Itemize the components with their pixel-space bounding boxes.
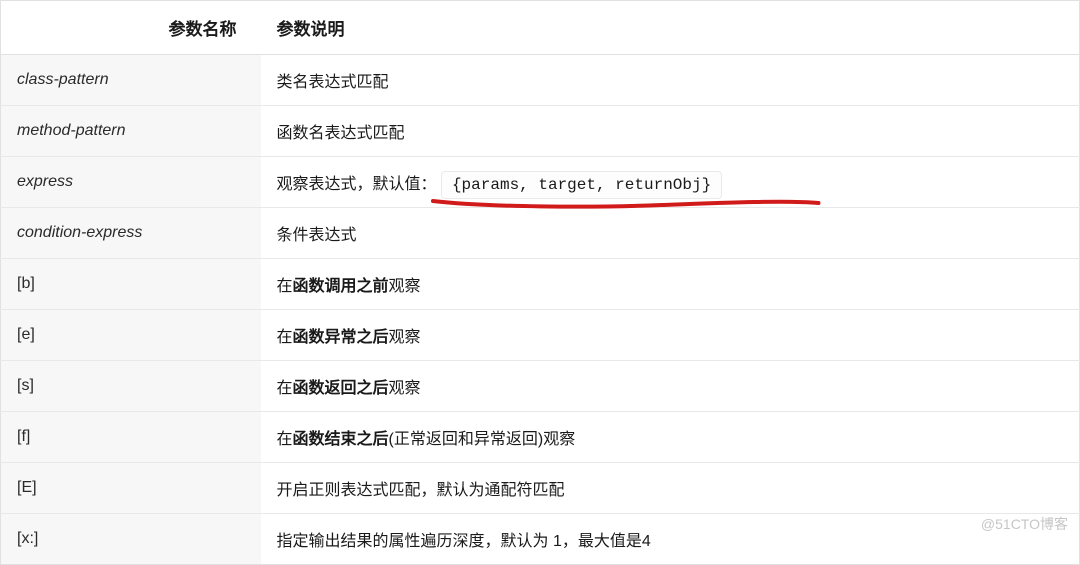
header-param-name: 参数名称 <box>1 1 261 55</box>
param-name-cell: [e] <box>1 310 261 361</box>
table-row: class-pattern 类名表达式匹配 <box>1 55 1080 106</box>
desc-text: 观察 <box>389 278 421 295</box>
desc-bold: 函数结束之后 <box>293 431 389 448</box>
desc-bold: 函数返回之后 <box>293 380 389 397</box>
header-param-desc: 参数说明 <box>261 1 1080 55</box>
table-header-row: 参数名称 参数说明 <box>1 1 1080 55</box>
param-desc-cell: 在函数返回之后观察 <box>261 361 1080 412</box>
param-name-cell: [b] <box>1 259 261 310</box>
desc-text: 函数名表达式匹配 <box>277 125 405 142</box>
param-name-cell: [f] <box>1 412 261 463</box>
table-row: [f] 在函数结束之后(正常返回和异常返回)观察 <box>1 412 1080 463</box>
desc-text: 观察 <box>389 380 421 397</box>
desc-bold: 函数异常之后 <box>293 329 389 346</box>
param-desc-cell: 观察表达式，默认值： {params, target, returnObj} <box>261 157 1080 208</box>
table-row: express 观察表达式，默认值： {params, target, retur… <box>1 157 1080 208</box>
param-name-cell: condition-express <box>1 208 261 259</box>
param-name-cell: [x:] <box>1 514 261 565</box>
param-name-cell: class-pattern <box>1 55 261 106</box>
param-desc-cell: 类名表达式匹配 <box>261 55 1080 106</box>
param-name: express <box>17 173 73 190</box>
table-row: [s] 在函数返回之后观察 <box>1 361 1080 412</box>
param-name: class-pattern <box>17 71 109 88</box>
code-snippet: {params, target, returnObj} <box>441 171 722 199</box>
param-name: [e] <box>17 326 35 343</box>
param-name: [E] <box>17 479 37 496</box>
param-name: [s] <box>17 377 34 394</box>
param-name-cell: [E] <box>1 463 261 514</box>
desc-text: 条件表达式 <box>277 227 357 244</box>
desc-text: 观察 <box>389 329 421 346</box>
param-name-cell: [s] <box>1 361 261 412</box>
desc-text: (正常返回和异常返回)观察 <box>389 431 576 448</box>
desc-text: 在 <box>277 278 293 295</box>
param-name: [f] <box>17 428 30 445</box>
table-row: [E] 开启正则表达式匹配，默认为通配符匹配 <box>1 463 1080 514</box>
param-desc-cell: 在函数结束之后(正常返回和异常返回)观察 <box>261 412 1080 463</box>
param-name: [b] <box>17 275 35 292</box>
param-name: condition-express <box>17 224 142 241</box>
table-row: method-pattern 函数名表达式匹配 <box>1 106 1080 157</box>
param-desc-cell: 函数名表达式匹配 <box>261 106 1080 157</box>
param-name-cell: method-pattern <box>1 106 261 157</box>
desc-text: 类名表达式匹配 <box>277 74 389 91</box>
desc-text: 开启正则表达式匹配，默认为通配符匹配 <box>277 482 565 499</box>
table-row: [x:] 指定输出结果的属性遍历深度，默认为 1，最大值是4 <box>1 514 1080 565</box>
desc-text: 观察表达式，默认值： <box>277 176 441 193</box>
param-desc-cell: 在函数调用之前观察 <box>261 259 1080 310</box>
table-body: class-pattern 类名表达式匹配 method-pattern 函数名表达式… <box>1 55 1080 565</box>
param-name-cell: express <box>1 157 261 208</box>
param-desc-cell: 指定输出结果的属性遍历深度，默认为 1，最大值是4 <box>261 514 1080 565</box>
parameter-table: 参数名称 参数说明 class-pattern 类名表达式匹配 method-pat… <box>0 0 1080 565</box>
param-desc-cell: 条件表达式 <box>261 208 1080 259</box>
param-name: [x:] <box>17 530 38 547</box>
table-row: [e] 在函数异常之后观察 <box>1 310 1080 361</box>
table-row: [b] 在函数调用之前观察 <box>1 259 1080 310</box>
desc-text: 在 <box>277 380 293 397</box>
desc-text: 在 <box>277 431 293 448</box>
param-name: method-pattern <box>17 122 126 139</box>
param-desc-cell: 开启正则表达式匹配，默认为通配符匹配 <box>261 463 1080 514</box>
param-desc-cell: 在函数异常之后观察 <box>261 310 1080 361</box>
desc-text: 在 <box>277 329 293 346</box>
table-row: condition-express 条件表达式 <box>1 208 1080 259</box>
desc-bold: 函数调用之前 <box>293 278 389 295</box>
watermark: @51CTO博客 <box>981 514 1068 534</box>
